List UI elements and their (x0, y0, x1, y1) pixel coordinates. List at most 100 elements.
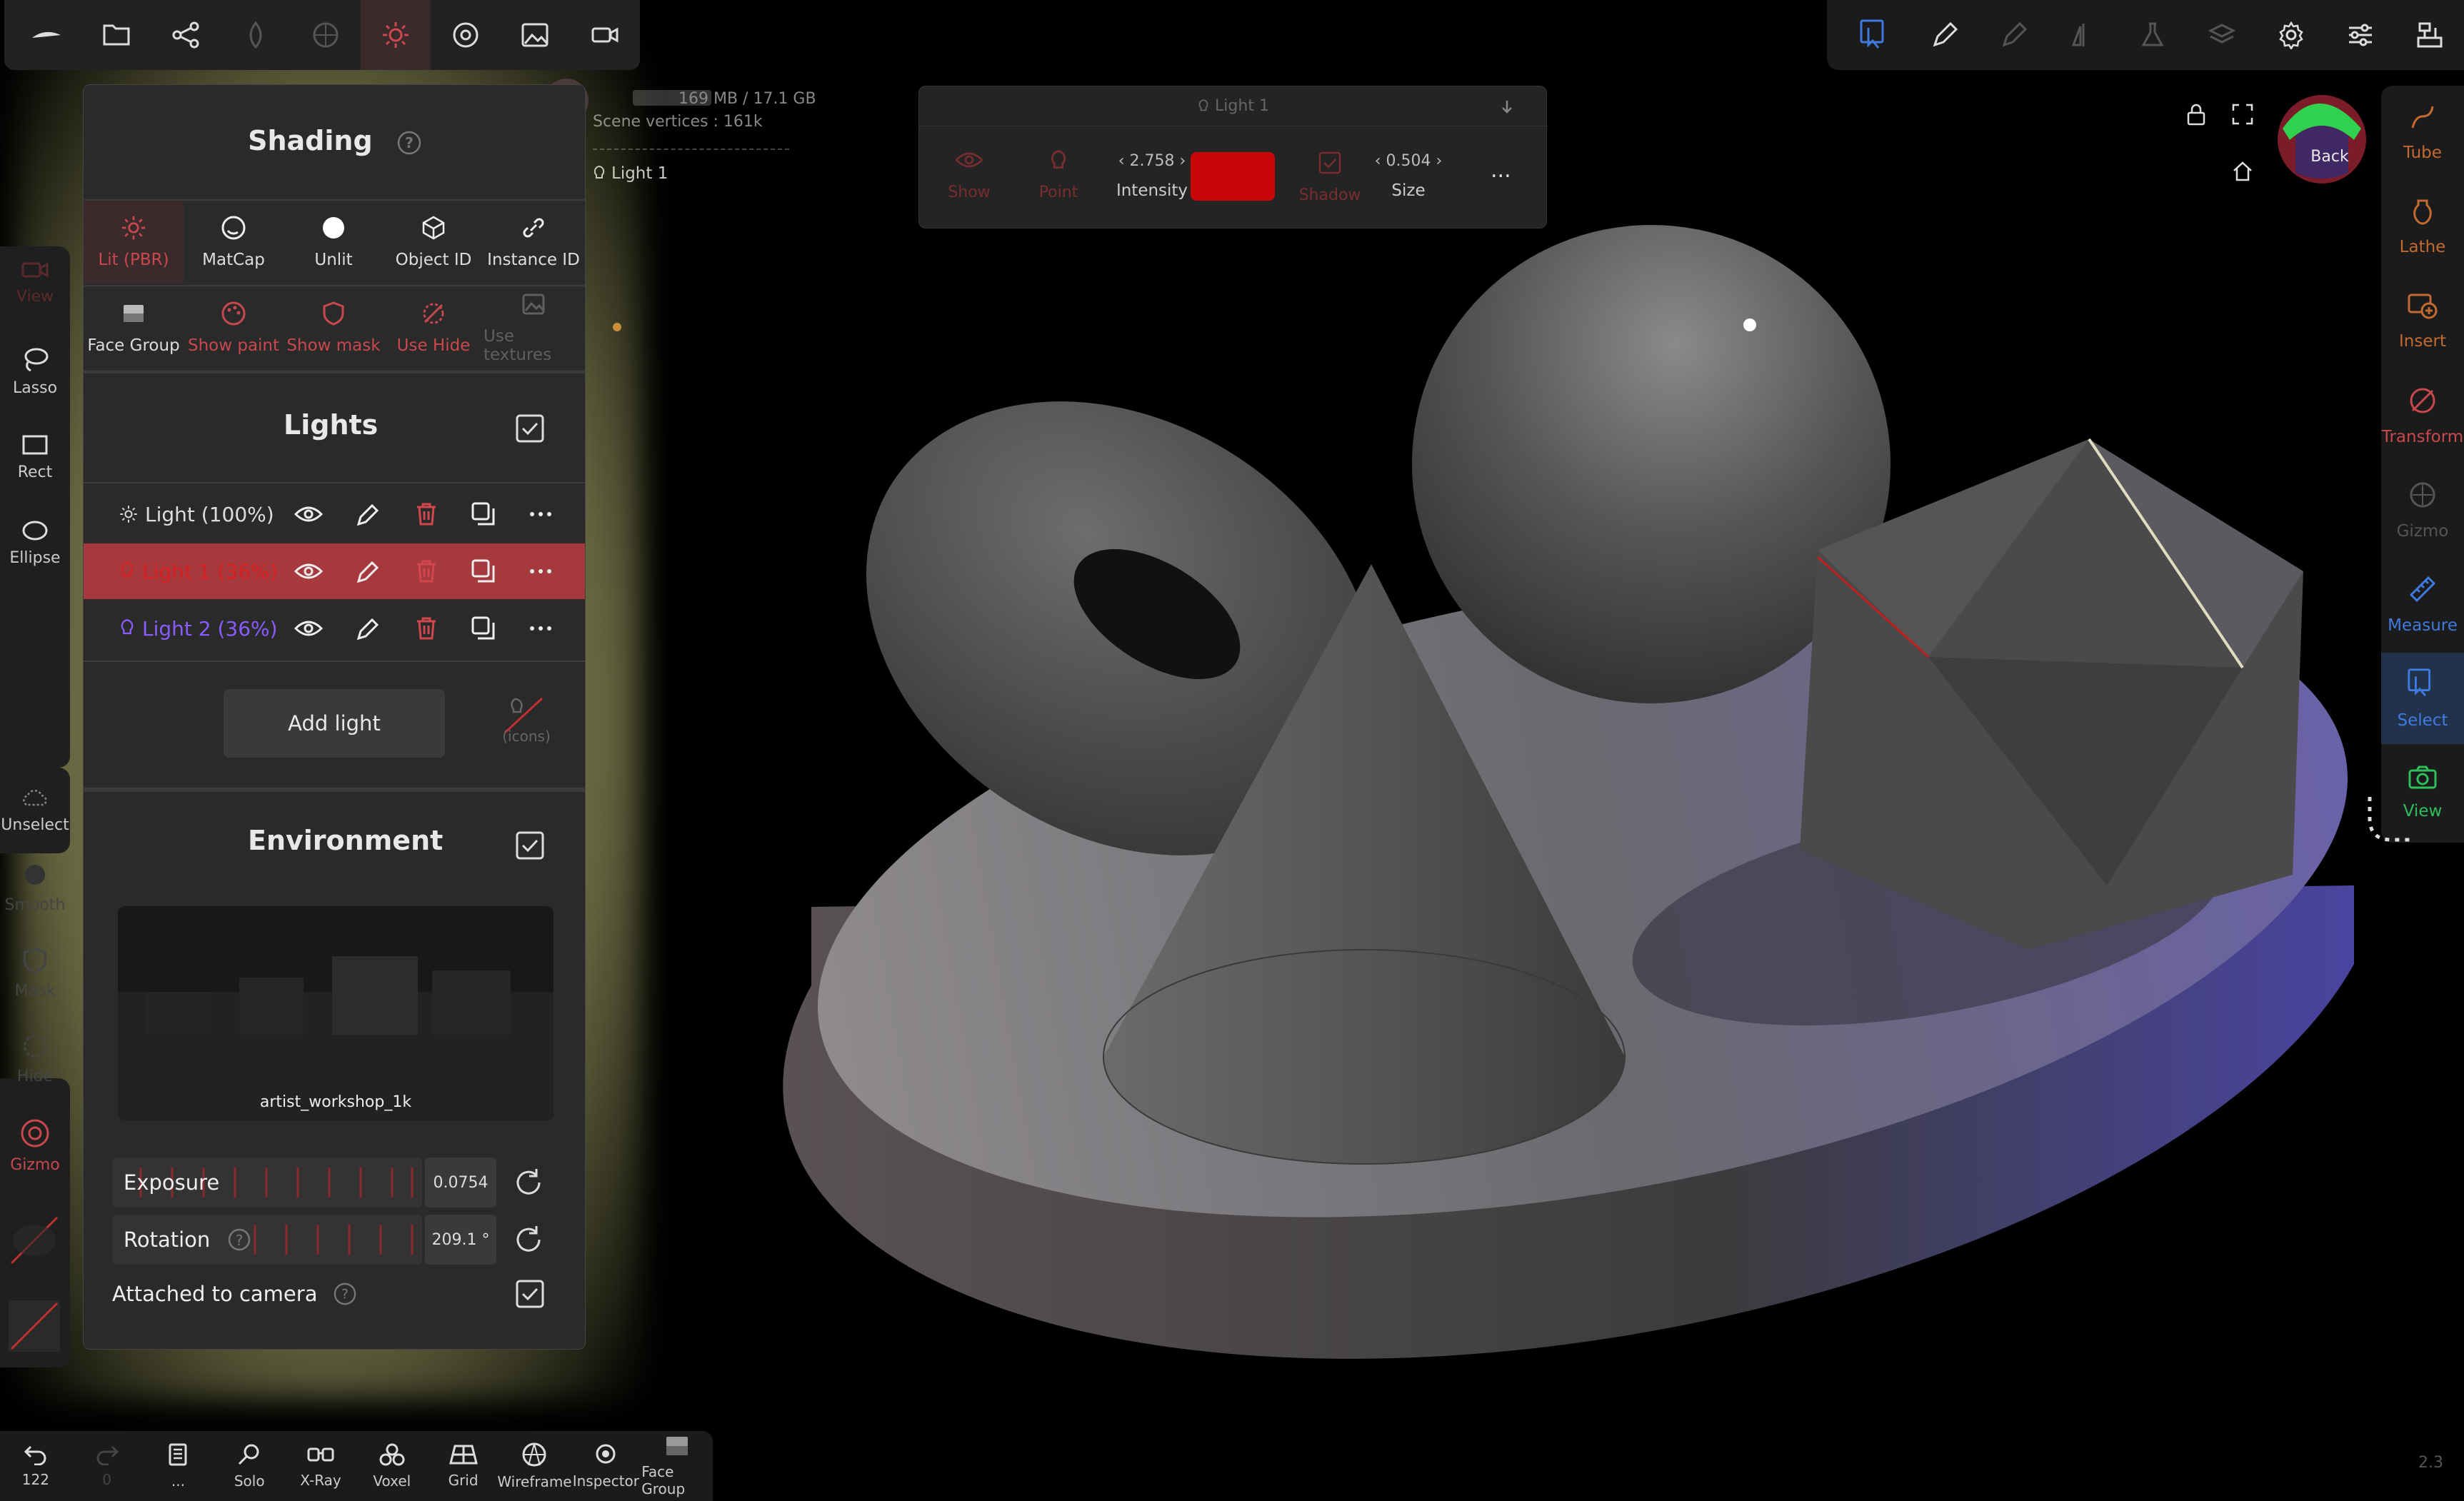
light-show-toggle[interactable]: Show (933, 151, 1005, 201)
camera-button[interactable] (570, 0, 640, 70)
attached-to-camera-checkbox[interactable] (515, 1279, 545, 1309)
lock-icon[interactable] (2185, 103, 2207, 127)
light-color-swatch[interactable] (1191, 152, 1275, 201)
select-tool-button[interactable] (1841, 0, 1910, 70)
layers-button[interactable] (2187, 0, 2256, 70)
files-button[interactable] (81, 0, 151, 70)
eye-icon[interactable] (294, 505, 323, 523)
rail-handle-icon[interactable] (2364, 793, 2421, 857)
voxel-button[interactable]: Voxel (356, 1431, 428, 1501)
undo-button[interactable]: 122 (0, 1431, 71, 1501)
material-button[interactable] (291, 0, 361, 70)
trash-icon[interactable] (414, 558, 439, 584)
menu-button[interactable] (11, 0, 81, 70)
light-type-point[interactable]: Point (1023, 149, 1094, 201)
light-icons-toggle[interactable]: (icons) (498, 693, 555, 750)
grid-button[interactable]: Grid (428, 1431, 499, 1501)
smear-tool-button[interactable] (1980, 0, 2049, 70)
shading-button[interactable] (360, 0, 431, 70)
left-tool-gizmo[interactable]: Gizmo (0, 1118, 70, 1174)
lights-enabled-checkbox[interactable] (515, 413, 545, 443)
left-tool-view[interactable]: View (0, 259, 70, 306)
help-icon[interactable]: ? (396, 130, 422, 156)
slash-icon[interactable] (4, 1296, 64, 1356)
wireframe-button[interactable]: Wireframe (497, 1431, 572, 1501)
right-tool-gizmo[interactable]: Gizmo (2381, 464, 2464, 556)
right-tool-transform[interactable]: Transform (2381, 370, 2464, 461)
pencil-icon[interactable] (356, 616, 380, 641)
rotation-reset-icon[interactable] (512, 1223, 545, 1256)
right-tool-measure[interactable]: Measure (2381, 558, 2464, 650)
mode-instance-id[interactable]: Instance ID (484, 201, 584, 283)
option-face-group[interactable]: Face Group (84, 286, 184, 369)
pencil-icon[interactable] (356, 501, 380, 527)
environment-preview[interactable]: artist_workshop_1k (118, 906, 554, 1120)
option-show-paint[interactable]: Show paint (184, 286, 284, 369)
left-tool-hide[interactable]: Hide (0, 1032, 70, 1085)
light-row-0[interactable]: Light (100%) (84, 486, 585, 542)
left-tool-rect[interactable]: Rect (0, 433, 70, 481)
fullscreen-icon[interactable] (2231, 103, 2254, 126)
scene-button[interactable] (151, 0, 221, 70)
trash-icon[interactable] (414, 501, 439, 527)
right-tool-lathe[interactable]: Lathe (2381, 181, 2464, 273)
right-tool-tube[interactable]: Tube (2381, 87, 2464, 179)
xray-button[interactable]: X-Ray (285, 1431, 356, 1501)
eye-icon[interactable] (294, 619, 323, 638)
inspector-button[interactable]: Inspector (570, 1431, 641, 1501)
files-list-button[interactable]: ... (143, 1431, 214, 1501)
slash-icon[interactable] (4, 1210, 64, 1270)
help-icon[interactable]: ? (333, 1282, 357, 1306)
more-icon[interactable] (529, 501, 553, 527)
redo-button[interactable]: 0 (71, 1431, 143, 1501)
left-tool-unselect[interactable]: Unselect (0, 768, 70, 853)
mode-matcap[interactable]: MatCap (184, 201, 284, 283)
right-tool-select[interactable]: Select (2381, 653, 2464, 744)
mode-lit-pbr[interactable]: Lit (PBR) (84, 201, 184, 283)
add-light-button[interactable]: Add light (224, 689, 445, 758)
duplicate-icon[interactable] (471, 501, 496, 527)
duplicate-icon[interactable] (471, 616, 496, 641)
background-button[interactable] (500, 0, 570, 70)
rotation-value[interactable]: 209.1 ° (425, 1215, 496, 1265)
exposure-reset-icon[interactable] (512, 1166, 545, 1199)
duplicate-icon[interactable] (471, 558, 496, 584)
right-tool-insert[interactable]: Insert (2381, 276, 2464, 367)
left-tool-smooth[interactable]: Smooth (0, 860, 70, 914)
collapse-icon[interactable] (1496, 96, 1518, 118)
light-size-control[interactable]: ‹ 0.504 › Size (1362, 152, 1455, 200)
option-use-textures[interactable]: Use textures (484, 286, 584, 369)
pencil-icon[interactable] (356, 558, 380, 584)
rotation-slider[interactable]: ? Rotation (112, 1215, 422, 1265)
flask-button[interactable] (2118, 0, 2188, 70)
light-row-1[interactable]: Light 1 (36%) (84, 543, 585, 599)
face-group-button[interactable]: Face Group (641, 1431, 713, 1501)
left-tool-ellipse[interactable]: Ellipse (0, 519, 70, 567)
eye-icon[interactable] (294, 562, 323, 581)
trash-icon[interactable] (414, 616, 439, 641)
scene-tree-button[interactable] (2395, 0, 2464, 70)
mode-object-id[interactable]: Object ID (384, 201, 484, 283)
more-icon[interactable] (529, 558, 553, 584)
exposure-value[interactable]: 0.0754 (425, 1158, 496, 1208)
option-use-hide[interactable]: Use Hide (384, 286, 484, 369)
light-shadow-toggle[interactable]: Shadow (1291, 151, 1369, 204)
light-more-button[interactable]: ... (1491, 158, 1511, 183)
solo-button[interactable]: Solo (214, 1431, 285, 1501)
settings-button[interactable] (2256, 0, 2325, 70)
left-tool-mask[interactable]: Mask (0, 946, 70, 1000)
light-intensity-control[interactable]: ‹ 2.758 › Intensity (1102, 152, 1202, 200)
left-tool-lasso[interactable]: Lasso (0, 346, 70, 397)
view-gizmo-cube[interactable]: Back (2275, 93, 2368, 186)
light-row-2[interactable]: Light 2 (36%) (84, 601, 585, 656)
topology-button[interactable] (221, 0, 291, 70)
mode-unlit[interactable]: Unlit (284, 201, 384, 283)
postprocess-button[interactable] (431, 0, 501, 70)
brush-tool-button[interactable] (1910, 0, 1980, 70)
home-icon[interactable] (2231, 160, 2254, 183)
sliders-button[interactable] (2325, 0, 2395, 70)
environment-enabled-checkbox[interactable] (515, 830, 545, 860)
symmetry-button[interactable] (2049, 0, 2118, 70)
more-icon[interactable] (529, 616, 553, 641)
exposure-slider[interactable]: Exposure (112, 1158, 422, 1208)
